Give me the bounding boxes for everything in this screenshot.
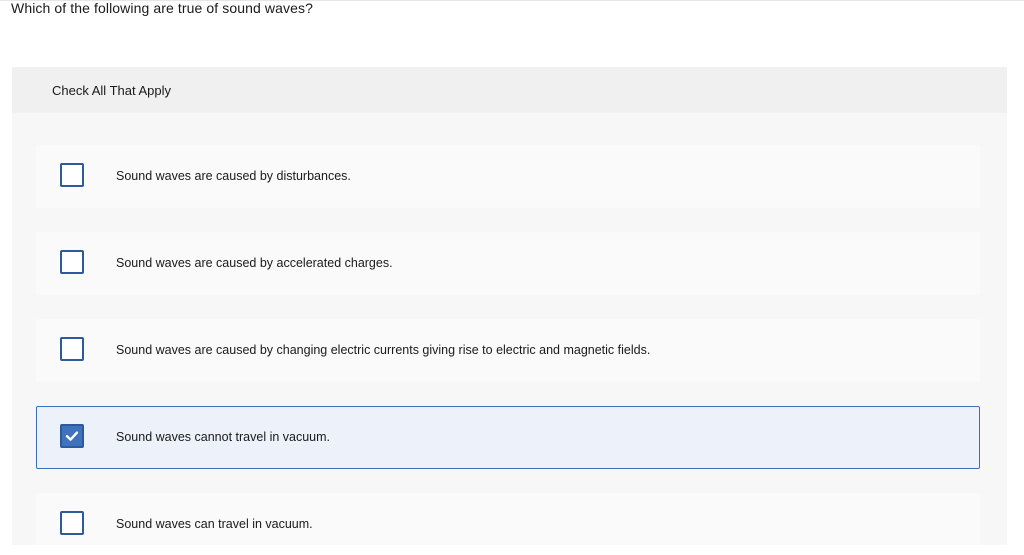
- instruction-text: Check All That Apply: [52, 83, 171, 98]
- option-1[interactable]: Sound waves are caused by accelerated ch…: [36, 232, 980, 295]
- option-label: Sound waves cannot travel in vacuum.: [116, 430, 331, 444]
- option-3[interactable]: Sound waves cannot travel in vacuum.: [36, 406, 980, 469]
- panel-header: Check All That Apply: [12, 67, 1007, 113]
- option-4[interactable]: Sound waves can travel in vacuum.: [36, 493, 980, 545]
- option-checkbox[interactable]: [60, 424, 84, 448]
- option-checkbox[interactable]: [60, 511, 84, 535]
- option-label: Sound waves are caused by disturbances.: [116, 169, 351, 183]
- option-checkbox[interactable]: [60, 163, 84, 187]
- option-label: Sound waves can travel in vacuum.: [116, 517, 313, 531]
- option-checkbox[interactable]: [60, 250, 84, 274]
- option-0[interactable]: Sound waves are caused by disturbances.: [36, 145, 980, 208]
- option-label: Sound waves are caused by changing elect…: [116, 343, 651, 357]
- question-text: Which of the following are true of sound…: [11, 0, 313, 16]
- option-2[interactable]: Sound waves are caused by changing elect…: [36, 319, 980, 382]
- option-label: Sound waves are caused by accelerated ch…: [116, 256, 393, 270]
- check-icon: [65, 431, 79, 441]
- option-checkbox[interactable]: [60, 337, 84, 361]
- answer-panel: Check All That Apply Sound waves are cau…: [12, 67, 1007, 545]
